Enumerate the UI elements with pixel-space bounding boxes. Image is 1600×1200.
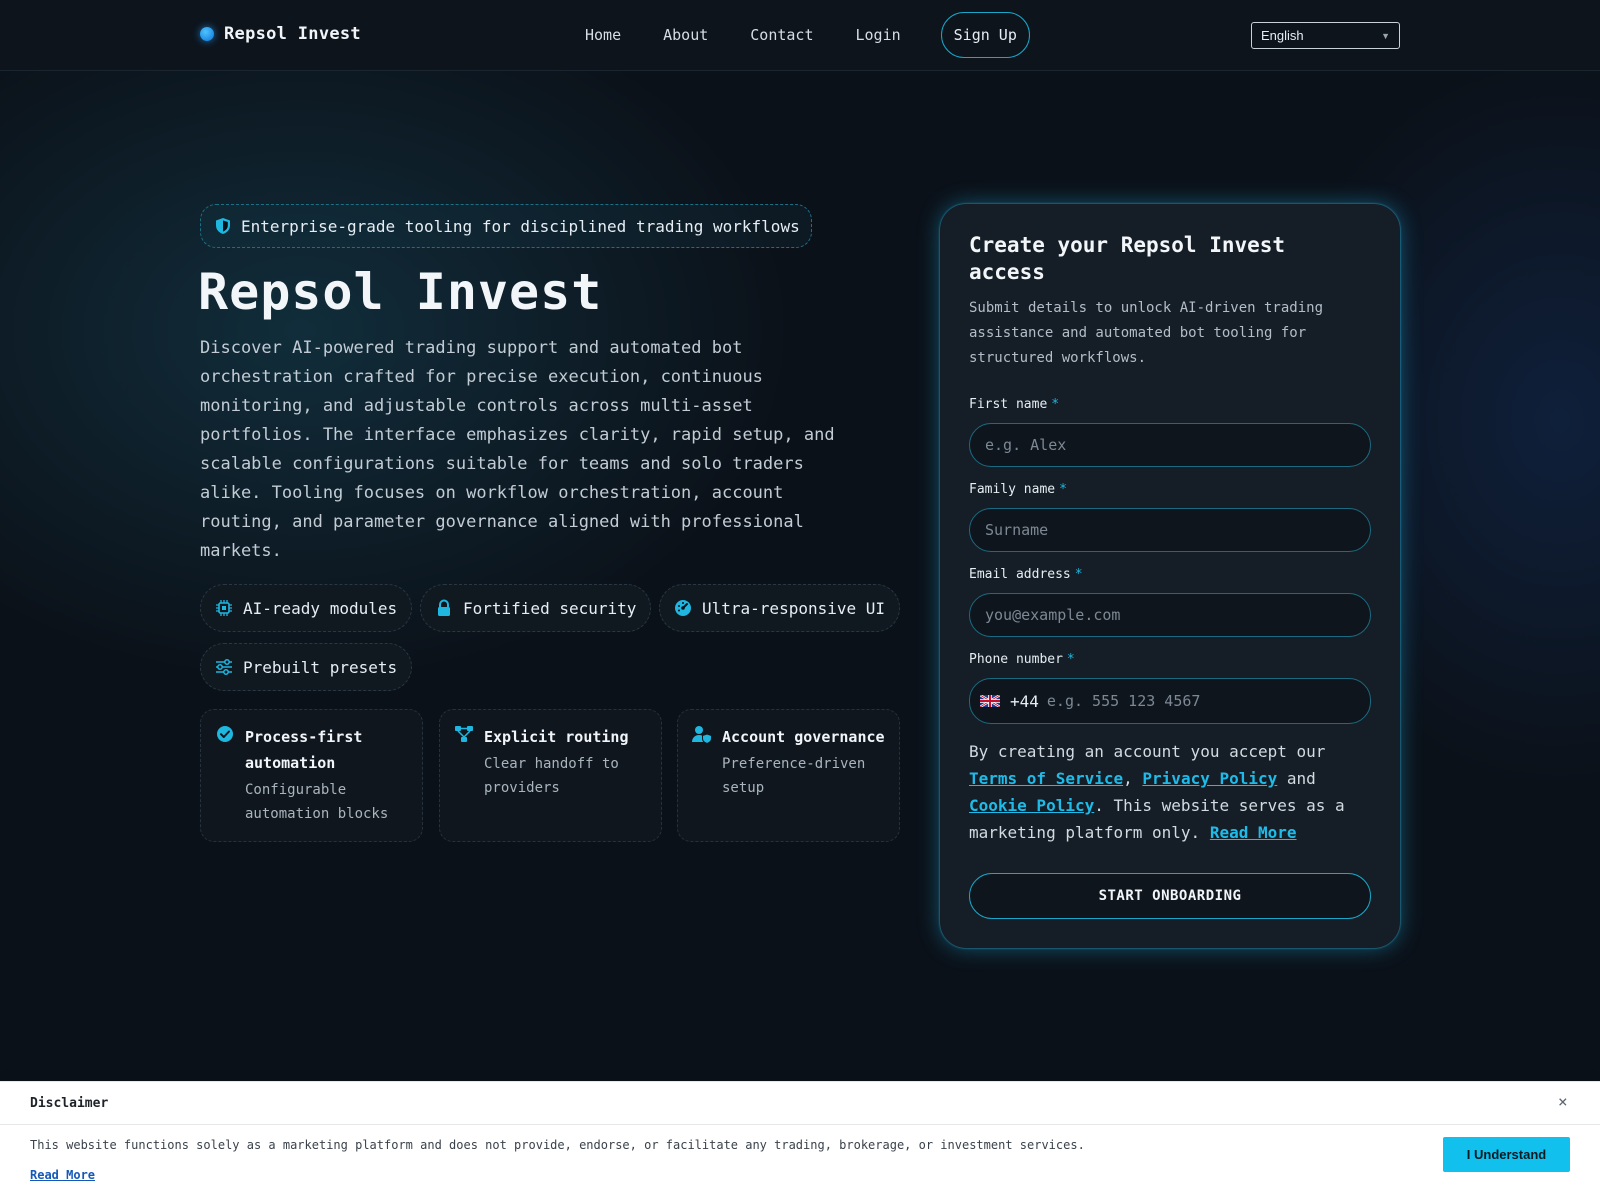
form-title: Create your Repsol Invest access xyxy=(969,233,1286,284)
card-title: Explicit routing xyxy=(484,728,629,746)
feature-chip-presets: Prebuilt presets xyxy=(200,643,413,691)
language-selected-value: English xyxy=(1261,28,1304,43)
feature-card-routing: Explicit routing Clear handoff to provid… xyxy=(439,709,662,842)
privacy-policy-link[interactable]: Privacy Policy xyxy=(1142,769,1277,788)
email-input[interactable]: you@example.com xyxy=(969,593,1371,637)
chip-label: Ultra-responsive UI xyxy=(702,598,886,618)
nav-login-link[interactable]: Login xyxy=(856,12,901,58)
required-mark: * xyxy=(1066,652,1075,667)
card-subtitle: Clear handoff to providers xyxy=(484,756,619,796)
required-mark: * xyxy=(1059,482,1067,497)
chip-icon xyxy=(216,600,232,616)
family-name-label-text: Family name xyxy=(969,482,1056,497)
language-select[interactable]: English ▼ xyxy=(1251,22,1400,49)
disclaimer-banner: Disclaimer × This website functions sole… xyxy=(0,1081,1600,1200)
card-title: Account governance xyxy=(722,728,885,746)
first-name-placeholder: e.g. Alex xyxy=(985,436,1067,454)
phone-label-text: Phone number xyxy=(969,652,1063,667)
phone-placeholder: e.g. 555 123 4567 xyxy=(1046,692,1201,710)
disclaimer-read-more-link[interactable]: Read More xyxy=(30,1168,95,1182)
routing-icon xyxy=(455,726,473,742)
signup-form-panel: Create your Repsol Invest access Submit … xyxy=(940,204,1400,948)
form-subtitle: Submit details to unlock AI-driven tradi… xyxy=(969,300,1324,366)
nav-signup-button[interactable]: Sign Up xyxy=(940,12,1030,58)
nav-about-link[interactable]: About xyxy=(663,12,708,58)
email-placeholder: you@example.com xyxy=(985,606,1121,624)
cookie-policy-link[interactable]: Cookie Policy xyxy=(969,796,1094,815)
lock-icon xyxy=(438,599,450,616)
disclaimer-text: This website functions solely as a marke… xyxy=(30,1138,1085,1152)
disclaimer-header: Disclaimer × xyxy=(0,1082,1600,1125)
card-subtitle: Preference-driven setup xyxy=(722,756,866,796)
card-subtitle: Configurable automation blocks xyxy=(245,782,389,822)
email-label-text: Email address xyxy=(969,567,1071,582)
nav-home-link[interactable]: Home xyxy=(585,12,621,58)
phone-country-code[interactable]: +44 xyxy=(1010,692,1039,711)
disclaimer-title: Disclaimer xyxy=(30,1096,109,1111)
nav-contact-link[interactable]: Contact xyxy=(750,12,813,58)
required-mark: * xyxy=(1074,567,1083,582)
tagline-badge: Enterprise-grade tooling for disciplined… xyxy=(200,204,812,248)
check-circle-icon xyxy=(217,726,233,742)
consent-text: By creating an account you accept our Te… xyxy=(969,738,1369,846)
consent-prefix: By creating an account you accept our xyxy=(969,742,1326,761)
chip-label: AI-ready modules xyxy=(243,598,398,618)
feature-card-automation: Process-first automation Configurable au… xyxy=(200,709,423,842)
email-label: Email address * xyxy=(969,567,1083,582)
brand-name: Repsol Invest xyxy=(224,24,361,44)
card-title: Process-first automation xyxy=(245,728,363,772)
first-name-input[interactable]: e.g. Alex xyxy=(969,423,1371,467)
chevron-down-icon: ▼ xyxy=(1381,30,1390,41)
chip-label: Fortified security xyxy=(463,598,637,618)
phone-input[interactable]: +44 e.g. 555 123 4567 xyxy=(969,678,1371,724)
feature-chip-ai-modules: AI-ready modules xyxy=(200,584,413,632)
tagline-text: Enterprise-grade tooling for disciplined… xyxy=(241,216,800,236)
brand-logo[interactable]: Repsol Invest xyxy=(200,24,361,44)
i-understand-button[interactable]: I Understand xyxy=(1443,1137,1570,1172)
first-name-label: First name * xyxy=(969,397,1059,412)
feature-chip-security: Fortified security xyxy=(420,584,652,632)
sliders-icon xyxy=(216,659,232,675)
gauge-icon xyxy=(675,600,691,616)
required-mark: * xyxy=(1051,397,1060,412)
consent-and: and xyxy=(1286,769,1316,788)
hero-title: Repsol Invest xyxy=(198,263,603,321)
consent-read-more-link[interactable]: Read More xyxy=(1210,823,1297,842)
start-onboarding-button[interactable]: START ONBOARDING xyxy=(969,873,1371,919)
consent-separator: , xyxy=(1123,769,1133,788)
phone-label: Phone number * xyxy=(969,652,1075,667)
main-nav: Home About Contact Login Sign Up xyxy=(585,12,1030,58)
feature-chip-responsive-ui: Ultra-responsive UI xyxy=(659,584,901,632)
family-name-input[interactable]: Surname xyxy=(969,508,1371,552)
family-name-placeholder: Surname xyxy=(985,521,1049,539)
top-navigation-bar: Repsol Invest Home About Contact Login S… xyxy=(0,0,1600,71)
hero-description: Discover AI-powered trading support and … xyxy=(200,338,835,561)
first-name-label-text: First name xyxy=(969,397,1048,412)
shield-icon xyxy=(216,218,230,234)
family-name-label: Family name * xyxy=(969,482,1067,497)
brand-dot-icon xyxy=(200,27,214,41)
close-icon[interactable]: × xyxy=(1558,1092,1568,1111)
user-shield-icon xyxy=(692,726,712,745)
terms-of-service-link[interactable]: Terms of Service xyxy=(969,769,1123,788)
chip-label: Prebuilt presets xyxy=(243,657,398,677)
uk-flag-icon[interactable] xyxy=(980,695,1000,707)
feature-card-governance: Account governance Preference-driven set… xyxy=(677,709,900,842)
